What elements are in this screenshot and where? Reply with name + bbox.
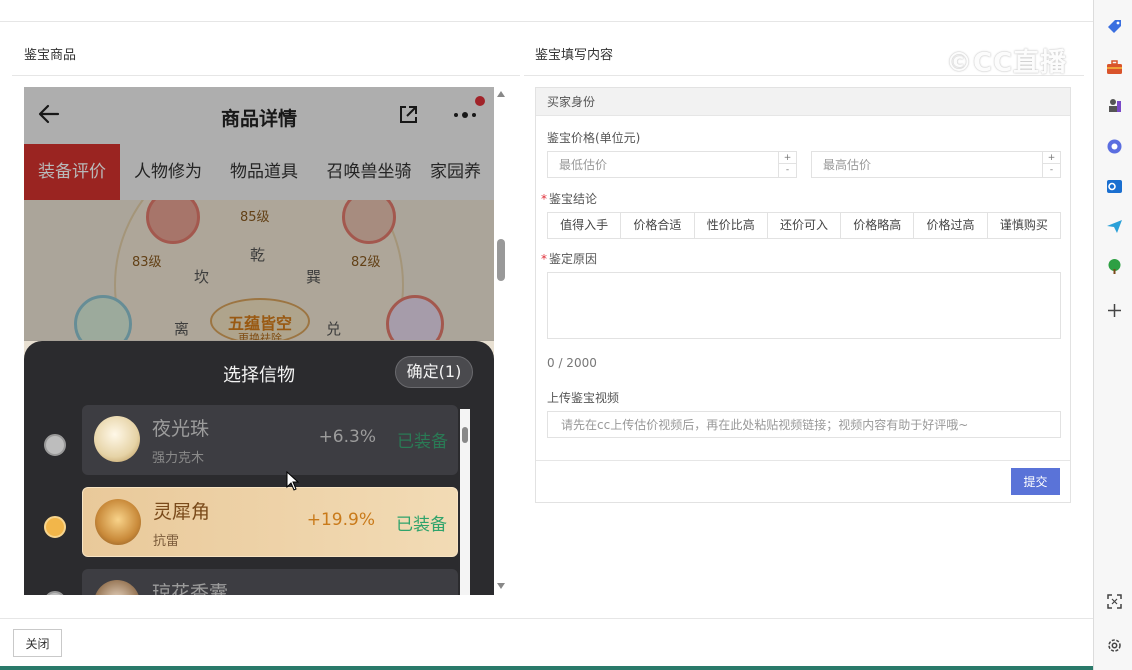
chess-icon[interactable] bbox=[1106, 97, 1123, 114]
min-price-stepper[interactable]: +- bbox=[547, 151, 797, 178]
required-mark: * bbox=[541, 192, 547, 206]
modal-footer bbox=[0, 618, 1093, 670]
conclusion-label: * 鉴宝结论 bbox=[541, 190, 597, 207]
submit-button[interactable]: 提交 bbox=[1011, 468, 1060, 495]
right-section-title: 鉴宝填写内容 bbox=[535, 48, 614, 63]
item-bonus: +6.3% bbox=[318, 427, 376, 447]
max-price-input[interactable] bbox=[812, 152, 1042, 177]
increment-icon[interactable]: + bbox=[779, 152, 796, 164]
scroll-up-icon[interactable] bbox=[497, 91, 505, 97]
item-name: 灵犀角 bbox=[153, 501, 211, 523]
min-price-spinner[interactable]: + - bbox=[778, 152, 796, 177]
price-label: 鉴宝价格(单位元) bbox=[547, 131, 641, 145]
product-preview-phone: 商品详情 装备评价 人物修为 物品道具 召唤兽坐骑 家园养 85级 83级 82… bbox=[24, 87, 494, 595]
conclusion-option[interactable]: 值得入手 bbox=[548, 213, 622, 238]
scroll-down-icon[interactable] bbox=[497, 583, 505, 589]
conclusion-option[interactable]: 价格合适 bbox=[621, 213, 695, 238]
conclusion-option[interactable]: 价格过高 bbox=[914, 213, 988, 238]
browser-sidebar bbox=[1093, 0, 1132, 670]
equipped-tag: 已装备 bbox=[397, 432, 448, 452]
add-icon[interactable] bbox=[1106, 302, 1123, 319]
sheet-backdrop[interactable] bbox=[24, 87, 494, 341]
tree-icon[interactable] bbox=[1106, 258, 1123, 275]
form-footer-divider bbox=[536, 460, 1070, 461]
outlook-icon[interactable] bbox=[1106, 178, 1123, 195]
tag-icon[interactable] bbox=[1106, 18, 1123, 35]
video-label: 上传鉴宝视频 bbox=[547, 391, 620, 405]
mouse-cursor-icon bbox=[286, 471, 300, 491]
increment-icon[interactable]: + bbox=[1043, 152, 1060, 164]
preview-scrollbar[interactable] bbox=[496, 87, 506, 595]
required-mark: * bbox=[541, 252, 547, 266]
character-counter: 0 / 2000 bbox=[547, 356, 597, 370]
max-price-spinner[interactable]: + - bbox=[1042, 152, 1060, 177]
appraisal-form: 买家身份 鉴宝价格(单位元) +- +- *鉴宝结论 值得入手 价格合适 性价比… bbox=[535, 87, 1071, 503]
conclusion-label-text: 鉴宝结论 bbox=[549, 192, 598, 206]
send-icon[interactable] bbox=[1106, 218, 1123, 235]
conclusion-option[interactable]: 还价可入 bbox=[767, 213, 842, 238]
item-name: 夜光珠 bbox=[152, 418, 210, 440]
screenshot-icon[interactable] bbox=[1106, 593, 1123, 610]
gear-icon[interactable] bbox=[1106, 637, 1123, 654]
pearl-icon bbox=[94, 416, 140, 462]
reason-textarea[interactable] bbox=[547, 272, 1061, 339]
conclusion-option[interactable]: 谨慎购买 bbox=[987, 213, 1060, 238]
item-attribute: 强力克木 bbox=[152, 451, 205, 466]
token-item-card[interactable]: 琼花香囊 bbox=[82, 569, 458, 595]
cc-watermark: ©CC直播 bbox=[946, 48, 1068, 78]
sheet-scrollbar[interactable] bbox=[460, 409, 470, 595]
item-radio-unselected[interactable] bbox=[44, 591, 66, 595]
copilot-icon[interactable] bbox=[1106, 138, 1123, 155]
item-bonus: +19.9% bbox=[306, 510, 375, 530]
left-section-title: 鉴宝商品 bbox=[24, 48, 77, 63]
buyer-identity-header: 买家身份 bbox=[536, 88, 1070, 116]
item-radio-unselected[interactable] bbox=[44, 434, 66, 456]
token-select-sheet: 选择信物 确定(1) 夜光珠 强力克木 +6.3% 已装备 灵犀角 抗雷 +19… bbox=[24, 341, 494, 595]
taskbar-edge bbox=[0, 666, 1093, 670]
equipped-tag: 已装备 bbox=[396, 515, 447, 535]
reason-label: * 鉴定原因 bbox=[541, 250, 597, 267]
conclusion-option[interactable]: 性价比高 bbox=[694, 213, 768, 238]
token-item-card-selected[interactable]: 灵犀角 抗雷 +19.9% 已装备 bbox=[82, 487, 458, 557]
left-section-divider bbox=[12, 75, 520, 76]
item-name: 琼花香囊 bbox=[152, 582, 229, 595]
conclusion-options: 值得入手 价格合适 性价比高 还价可入 价格略高 价格过高 谨慎购买 bbox=[547, 212, 1061, 239]
item-radio-selected[interactable] bbox=[44, 516, 66, 538]
preview-scroll-thumb[interactable] bbox=[497, 239, 505, 281]
video-link-input[interactable] bbox=[547, 411, 1061, 438]
max-price-stepper[interactable]: +- bbox=[811, 151, 1061, 178]
modal-top-bar bbox=[0, 0, 1093, 22]
sheet-scroll-thumb[interactable] bbox=[462, 427, 468, 443]
token-item-card[interactable]: 夜光珠 强力克木 +6.3% 已装备 bbox=[82, 405, 458, 475]
confirm-button[interactable]: 确定(1) bbox=[395, 356, 473, 388]
horn-icon bbox=[95, 499, 141, 545]
item-attribute: 抗雷 bbox=[153, 534, 180, 549]
decrement-icon[interactable]: - bbox=[1043, 164, 1060, 176]
briefcase-icon[interactable] bbox=[1106, 59, 1123, 76]
reason-label-text: 鉴定原因 bbox=[549, 252, 598, 266]
app-window: 鉴宝商品 鉴宝填写内容 商品详情 装备评价 人物修为 物品道具 召唤兽坐骑 家园… bbox=[0, 0, 1132, 670]
conclusion-option[interactable]: 价格略高 bbox=[841, 213, 915, 238]
min-price-input[interactable] bbox=[548, 152, 778, 177]
close-button[interactable]: 关闭 bbox=[13, 629, 62, 657]
decrement-icon[interactable]: - bbox=[779, 164, 796, 176]
sachet-icon bbox=[94, 580, 140, 595]
